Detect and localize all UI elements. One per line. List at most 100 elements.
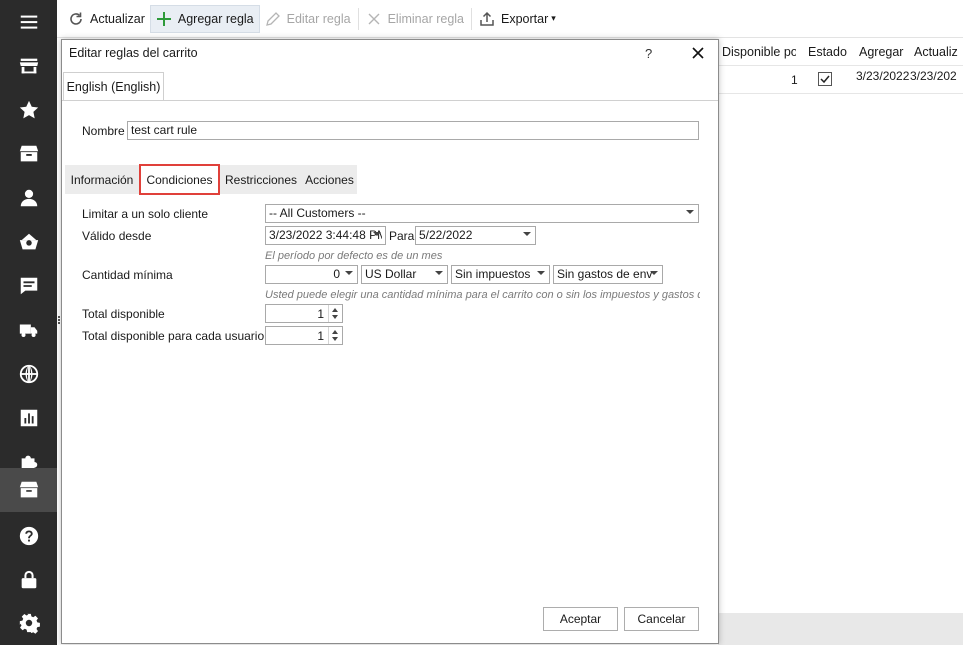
- name-input[interactable]: test cart rule: [127, 121, 699, 140]
- customer-select[interactable]: -- All Customers --: [265, 204, 699, 223]
- lock-icon: [21, 570, 36, 589]
- period-hint: El período por defecto es de un mes: [265, 250, 443, 262]
- sidebar: [0, 0, 57, 645]
- chevron-down-icon: [435, 271, 443, 275]
- person-icon: [20, 189, 37, 207]
- add-rule-button[interactable]: Agregar regla: [149, 4, 260, 33]
- toolbar: Actualizar Agregar regla Editar regla El…: [57, 0, 963, 38]
- valid-from-picker[interactable]: 3/23/2022 3:44:48 PM: [265, 226, 386, 245]
- splitter-gripper[interactable]: [58, 316, 60, 324]
- tab-actions[interactable]: Acciones: [302, 165, 357, 194]
- chevron-up-icon: [332, 308, 338, 312]
- chevron-down-icon: [686, 210, 694, 214]
- export-label: Exportar: [501, 11, 549, 26]
- min-amount-input[interactable]: 0: [265, 265, 358, 284]
- customer-label: Limitar a un solo cliente: [82, 207, 209, 221]
- sidebar-item-help[interactable]: [0, 514, 57, 558]
- column-header-updated[interactable]: Actualiz: [914, 45, 962, 59]
- chevron-up-icon: [332, 330, 338, 334]
- cell-status[interactable]: [818, 72, 832, 86]
- rule-tabs: Información Condiciones Restricciones Ac…: [65, 164, 357, 195]
- min-amount-hint: Usted puede elegir una cantidad mínima p…: [265, 289, 700, 301]
- column-header-available[interactable]: Disponible po: [722, 45, 796, 59]
- customer-select-value: -- All Customers --: [269, 206, 366, 220]
- total-available-stepper[interactable]: 1: [265, 304, 343, 323]
- column-header-added[interactable]: Agregar: [859, 45, 905, 59]
- help-button[interactable]: ?: [645, 46, 652, 61]
- valid-from-label: Válido desde: [82, 229, 152, 243]
- cell-added: 3/23/2022: [856, 69, 910, 83]
- tab-restrictions[interactable]: Restricciones: [222, 165, 300, 194]
- cell-updated: 3/23/202: [910, 69, 957, 83]
- tab-conditions[interactable]: Condiciones: [139, 164, 220, 195]
- chevron-down-icon: [537, 271, 545, 275]
- sidebar-item-favorites[interactable]: [0, 88, 57, 132]
- tax-select[interactable]: Sin impuestos: [451, 265, 550, 284]
- report-icon: [20, 409, 37, 427]
- menu-button[interactable]: [0, 0, 57, 44]
- sidebar-item-localization[interactable]: [0, 352, 57, 396]
- sidebar-item-customers[interactable]: [0, 176, 57, 220]
- valid-to-picker[interactable]: 5/22/2022: [415, 226, 536, 245]
- chevron-down-icon: [523, 232, 531, 236]
- chevron-down-icon: [650, 271, 658, 275]
- tax-value: Sin impuestos: [455, 267, 531, 281]
- shipping-select[interactable]: Sin gastos de env: [553, 265, 663, 284]
- refresh-button[interactable]: Actualizar: [63, 5, 150, 33]
- name-label: Nombre: [82, 124, 125, 138]
- tab-information[interactable]: Información: [65, 165, 139, 194]
- menu-icon: [20, 15, 37, 29]
- sidebar-item-reports[interactable]: [0, 396, 57, 440]
- edit-rule-label: Editar regla: [286, 11, 351, 26]
- sidebar-item-orders[interactable]: [0, 132, 57, 176]
- store-icon: [19, 58, 38, 74]
- grid-footer: [718, 613, 963, 645]
- delete-rule-label: Eliminar regla: [387, 11, 464, 26]
- language-panel-border: [62, 100, 718, 101]
- cell-available: 1: [791, 73, 798, 87]
- min-amount-value: 0: [333, 267, 340, 281]
- toolbar-separator: [471, 7, 472, 30]
- tab-language-english[interactable]: English (English): [63, 72, 164, 101]
- close-icon[interactable]: [690, 45, 706, 61]
- add-rule-label: Agregar regla: [177, 11, 254, 26]
- toolbar-separator: [357, 7, 359, 30]
- sidebar-item-store[interactable]: [0, 44, 57, 88]
- delete-rule-button[interactable]: Eliminar regla: [361, 5, 469, 33]
- sidebar-item-settings[interactable]: [0, 601, 57, 645]
- sidebar-item-shipping[interactable]: [0, 308, 57, 352]
- chevron-down-icon: [373, 232, 381, 236]
- chat-icon: [20, 277, 37, 295]
- refresh-label: Actualizar: [90, 11, 145, 26]
- sidebar-item-messages[interactable]: [0, 264, 57, 308]
- upload-icon: [480, 11, 494, 26]
- gear-icon: [19, 613, 40, 634]
- table-row[interactable]: 1 3/23/2022 3/23/202: [718, 66, 963, 94]
- column-header-status[interactable]: Estado: [808, 45, 852, 59]
- export-button[interactable]: Exportar ▾: [474, 5, 561, 33]
- valid-from-value: 3/23/2022 3:44:48 PM: [269, 228, 382, 242]
- archive-icon: [19, 145, 38, 162]
- sidebar-item-cart-rules[interactable]: [0, 468, 57, 512]
- cart-rules-icon: [19, 481, 38, 498]
- truck-icon: [19, 324, 37, 338]
- status-checkbox[interactable]: [818, 72, 832, 86]
- checkmark-icon: [820, 75, 830, 84]
- accept-button[interactable]: Aceptar: [543, 607, 618, 631]
- total-per-user-stepper[interactable]: 1: [265, 326, 343, 345]
- sidebar-item-security[interactable]: [0, 558, 57, 602]
- stepper-buttons[interactable]: [328, 327, 342, 344]
- shipping-value: Sin gastos de env: [557, 267, 653, 281]
- sidebar-item-shopping[interactable]: [0, 220, 57, 264]
- chevron-down-icon: [345, 271, 353, 275]
- currency-value: US Dollar: [365, 267, 417, 281]
- refresh-icon: [70, 12, 82, 25]
- plus-icon: [156, 11, 171, 26]
- edit-rule-button[interactable]: Editar regla: [260, 5, 356, 33]
- chevron-down-icon: [332, 337, 338, 341]
- to-label: Para: [389, 229, 415, 243]
- stepper-buttons[interactable]: [328, 305, 342, 322]
- currency-select[interactable]: US Dollar: [361, 265, 448, 284]
- min-amount-label: Cantidad mínima: [82, 268, 173, 282]
- cancel-button[interactable]: Cancelar: [624, 607, 699, 631]
